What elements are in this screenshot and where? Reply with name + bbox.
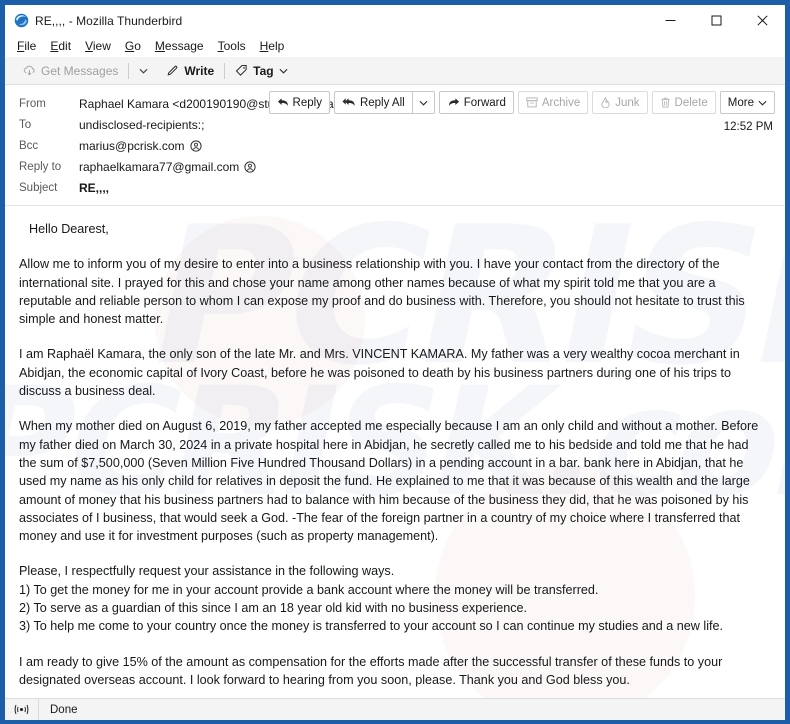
forward-arrow-icon	[447, 97, 460, 108]
chevron-down-icon	[419, 100, 428, 108]
to-address: undisclosed-recipients:;	[79, 117, 205, 132]
reply-all-label: Reply All	[359, 96, 405, 109]
tag-icon	[235, 64, 248, 77]
chevron-down-icon	[758, 100, 767, 108]
reply-all-button[interactable]: Reply All	[333, 91, 412, 114]
window-controls	[647, 5, 785, 36]
pencil-icon	[166, 64, 179, 77]
menu-message[interactable]: Message	[148, 36, 211, 57]
subject-value: RE,,,,	[79, 180, 110, 195]
delete-label: Delete	[674, 96, 708, 109]
address-book-icon[interactable]	[244, 160, 256, 173]
header-row-subject: Subject RE,,,,	[5, 177, 785, 198]
write-button[interactable]: Write	[160, 60, 220, 82]
body-paragraph-1: Allow me to inform you of my desire to e…	[19, 257, 745, 327]
menu-go[interactable]: Go	[118, 36, 148, 57]
menu-tools[interactable]: Tools	[211, 36, 253, 57]
to-label: To	[19, 118, 32, 131]
forward-label: Forward	[463, 96, 506, 109]
download-cloud-icon	[23, 64, 36, 77]
header-row-bcc: Bcc marius@pcrisk.com	[5, 135, 785, 156]
thunderbird-logo-icon	[14, 13, 29, 28]
bcc-address: marius@pcrisk.com	[79, 138, 185, 153]
message-header: From Raphael Kamara <d200190190@student.…	[5, 85, 785, 206]
status-text: Done	[50, 703, 78, 716]
request-item-1: 1) To get the money for me in your accou…	[19, 582, 599, 597]
junk-flame-icon	[600, 97, 611, 108]
message-action-buttons: Reply Reply All Forward Archive Junk Del…	[265, 91, 775, 114]
message-body-pane: PCRISK.com PCRISK.com Hello Dearest, All…	[5, 206, 785, 698]
window-title: RE,,,, - Mozilla Thunderbird	[35, 13, 183, 28]
closing-paragraph: I am ready to give 15% of the amount as …	[19, 654, 723, 687]
reply-to-label: Reply to	[19, 160, 62, 173]
header-row-to: To undisclosed-recipients:;	[5, 114, 785, 135]
get-messages-dropdown[interactable]	[133, 60, 154, 82]
from-label: From	[19, 97, 46, 110]
reply-button[interactable]: Reply	[268, 91, 330, 114]
reply-to-value[interactable]: raphaelkamara77@gmail.com	[79, 160, 256, 174]
message-timestamp: 12:52 PM	[723, 121, 773, 133]
write-label: Write	[184, 63, 215, 78]
menu-view[interactable]: View	[78, 36, 118, 57]
subject-label: Subject	[19, 181, 58, 194]
delete-button[interactable]: Delete	[651, 91, 716, 114]
reply-to-address: raphaelkamara77@gmail.com	[79, 159, 240, 174]
message-body-content: Hello Dearest, Allow me to inform you of…	[19, 220, 767, 698]
bcc-label: Bcc	[19, 139, 39, 152]
get-messages-button[interactable]: Get Messages	[17, 60, 124, 82]
reply-label: Reply	[292, 96, 322, 109]
tag-button[interactable]: Tag	[229, 60, 293, 82]
junk-button[interactable]: Junk	[592, 91, 648, 114]
body-paragraph-3: When my mother died on August 6, 2019, m…	[19, 419, 759, 544]
header-row-reply-to: Reply to raphaelkamara77@gmail.com	[5, 156, 785, 177]
trash-icon	[660, 97, 671, 108]
reply-arrow-icon	[277, 97, 289, 108]
toolbar-separator-1	[128, 62, 130, 79]
address-book-icon[interactable]	[189, 139, 202, 152]
junk-label: Junk	[615, 96, 640, 109]
request-block: Please, I respectfully request your assi…	[19, 562, 767, 635]
menu-bar: File Edit View Go Message Tools Help	[5, 36, 785, 57]
more-label: More	[727, 96, 754, 109]
forward-button[interactable]: Forward	[438, 91, 514, 114]
reply-all-arrow-icon	[342, 97, 356, 108]
request-item-3: 3) To help me come to your country once …	[19, 619, 723, 634]
archive-label: Archive	[541, 96, 581, 109]
menu-help[interactable]: Help	[253, 36, 292, 57]
archive-box-icon	[526, 97, 538, 108]
request-item-2: 2) To serve as a guardian of this since …	[19, 601, 527, 616]
thunderbird-window: RE,,,, - Mozilla Thunderbird File Edit V…	[0, 0, 790, 724]
chevron-down-icon	[139, 68, 148, 76]
body-paragraph-2: I am Raphaël Kamara, the only son of the…	[19, 347, 740, 399]
request-intro: Please, I respectfully request your assi…	[19, 564, 395, 579]
window-inner: RE,,,, - Mozilla Thunderbird File Edit V…	[5, 5, 785, 720]
maximize-button[interactable]	[693, 5, 739, 36]
bcc-value[interactable]: marius@pcrisk.com	[79, 139, 202, 153]
menu-file[interactable]: File	[14, 36, 43, 57]
tag-label: Tag	[253, 63, 274, 78]
menu-edit[interactable]: Edit	[43, 36, 78, 57]
reply-all-dropdown[interactable]	[411, 91, 435, 114]
minimize-button[interactable]	[647, 5, 693, 36]
chevron-down-icon	[279, 68, 288, 76]
main-toolbar: Get Messages Write Tag	[5, 57, 785, 85]
broadcast-icon	[5, 698, 39, 720]
archive-button[interactable]: Archive	[517, 91, 589, 114]
close-button[interactable]	[739, 5, 785, 36]
title-bar: RE,,,, - Mozilla Thunderbird	[5, 5, 785, 36]
title-bar-left: RE,,,, - Mozilla Thunderbird	[5, 13, 182, 28]
toolbar-separator-2	[224, 62, 226, 79]
more-button[interactable]: More	[719, 91, 775, 114]
get-messages-label: Get Messages	[41, 63, 119, 78]
status-bar: Done	[5, 698, 785, 720]
to-value[interactable]: undisclosed-recipients:;	[79, 118, 204, 132]
greeting-line: Hello Dearest,	[29, 222, 109, 236]
